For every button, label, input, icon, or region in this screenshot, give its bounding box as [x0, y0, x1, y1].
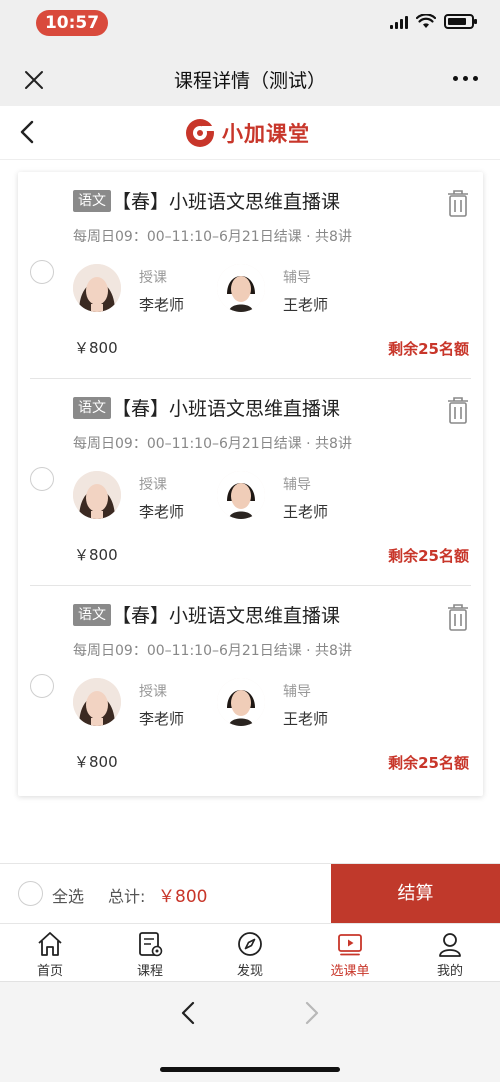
tutor-avatar: [217, 471, 265, 519]
tutor-role-label: 辅导: [283, 477, 311, 493]
teacher-avatar: [73, 471, 121, 519]
course-item: 语文 【春】小班语文思维直播课 每周日09：00–11:10–6月21日结课 ·…: [18, 586, 483, 793]
tab-label: 发现: [236, 964, 263, 979]
tab-course-cart[interactable]: 选课单: [300, 924, 400, 982]
tutor-role-label: 辅导: [283, 684, 311, 700]
tab-bar: 首页 课程 发现 选课单 我的: [0, 923, 500, 981]
course-item: 语文 【春】小班语文思维直播课 每周日09：00–11:10–6月21日结课 ·…: [18, 172, 483, 379]
tab-home[interactable]: 首页: [0, 924, 100, 982]
checkout-bar: 全选 总计: ￥800 结算: [0, 863, 500, 924]
course-title[interactable]: 【春】小班语文思维直播课: [112, 187, 340, 214]
remaining-seats: 剩余25名额: [388, 754, 469, 772]
tab-course[interactable]: 课程: [100, 924, 200, 982]
course-price: ￥800: [74, 546, 118, 564]
compass-icon: [238, 932, 262, 956]
teacher-name: 李老师: [139, 503, 185, 521]
logo-text: 小加课堂: [222, 122, 310, 146]
tab-label: 我的: [436, 964, 463, 979]
home-indicator: [160, 1067, 340, 1072]
course-title[interactable]: 【春】小班语文思维直播课: [112, 601, 340, 628]
trash-icon[interactable]: [446, 395, 470, 425]
tutor-avatar: [217, 678, 265, 726]
select-all-label[interactable]: 全选: [52, 883, 84, 907]
subject-tag: 语文: [73, 604, 111, 626]
video-list-icon: [338, 934, 362, 956]
course-item: 语文 【春】小班语文思维直播课 每周日09：00–11:10–6月21日结课 ·…: [18, 379, 483, 586]
total-value: ￥800: [158, 887, 208, 907]
home-icon: [38, 932, 62, 956]
teacher-role-label: 授课: [139, 270, 167, 286]
tutor-name: 王老师: [283, 710, 329, 728]
tab-label: 课程: [136, 964, 163, 979]
course-select-radio[interactable]: [30, 467, 54, 491]
more-icon[interactable]: [453, 76, 478, 81]
logo-icon: [186, 119, 216, 147]
tab-label: 首页: [36, 964, 63, 979]
subject-tag: 语文: [73, 190, 111, 212]
status-bar: 10:57: [0, 0, 500, 52]
teacher-role-label: 授课: [139, 477, 167, 493]
browser-toolbar: [0, 981, 500, 1082]
subject-tag: 语文: [73, 397, 111, 419]
status-icons: [390, 14, 477, 29]
signal-icon: [390, 15, 408, 29]
course-schedule: 每周日09：00–11:10–6月21日结课 · 共8讲: [73, 643, 352, 659]
tab-discover[interactable]: 发现: [200, 924, 300, 982]
trash-icon[interactable]: [446, 188, 470, 218]
course-title[interactable]: 【春】小班语文思维直播课: [112, 394, 340, 421]
remaining-seats: 剩余25名额: [388, 340, 469, 358]
teacher-name: 李老师: [139, 710, 185, 728]
person-icon: [439, 933, 461, 957]
back-icon[interactable]: [14, 118, 42, 146]
tab-label: 选课单: [330, 964, 370, 979]
battery-icon: [444, 14, 477, 29]
course-schedule: 每周日09：00–11:10–6月21日结课 · 共8讲: [73, 229, 352, 245]
wifi-icon: [416, 14, 436, 28]
course-list-card: 语文 【春】小班语文思维直播课 每周日09：00–11:10–6月21日结课 ·…: [18, 172, 483, 796]
app-header: 小加课堂: [0, 106, 500, 160]
trash-icon[interactable]: [446, 602, 470, 632]
page-title: 课程详情（测试）: [173, 70, 326, 92]
tab-mine[interactable]: 我的: [400, 924, 500, 982]
teacher-avatar: [73, 264, 121, 312]
course-price: ￥800: [74, 339, 118, 357]
course-select-radio[interactable]: [30, 674, 54, 698]
tutor-name: 王老师: [283, 296, 329, 314]
course-select-radio[interactable]: [30, 260, 54, 284]
status-time: 10:57: [36, 10, 108, 36]
course-price: ￥800: [74, 753, 118, 771]
course-schedule: 每周日09：00–11:10–6月21日结课 · 共8讲: [73, 436, 352, 452]
tutor-name: 王老师: [283, 503, 329, 521]
teacher-name: 李老师: [139, 296, 185, 314]
total-label: 总计:: [108, 887, 146, 906]
wechat-nav-bar: 课程详情（测试）: [0, 52, 500, 106]
browser-back-icon[interactable]: [178, 1000, 200, 1026]
tutor-role-label: 辅导: [283, 270, 311, 286]
course-icon: [139, 932, 163, 957]
remaining-seats: 剩余25名额: [388, 547, 469, 565]
select-all-radio[interactable]: [18, 881, 43, 906]
app-logo: 小加课堂: [184, 117, 310, 149]
teacher-role-label: 授课: [139, 684, 167, 700]
browser-forward-icon[interactable]: [300, 1000, 322, 1026]
tutor-avatar: [217, 264, 265, 312]
checkout-button[interactable]: 结算: [331, 864, 500, 924]
teacher-avatar: [73, 678, 121, 726]
